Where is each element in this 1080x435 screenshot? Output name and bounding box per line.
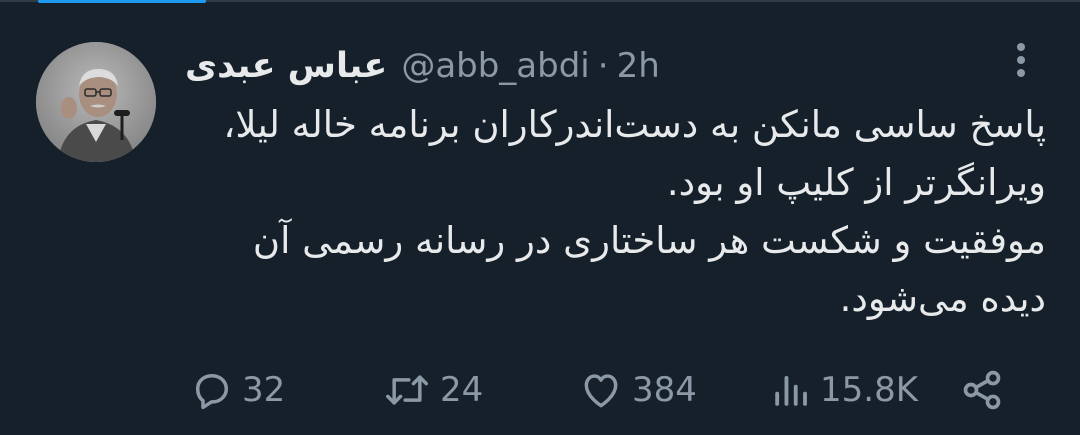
user-handle[interactable]: @abb_abdi xyxy=(401,46,589,86)
separator-dot: · xyxy=(597,46,609,86)
reply-icon xyxy=(190,368,234,412)
avatar[interactable] xyxy=(36,42,156,162)
display-name[interactable]: عباس عبدی xyxy=(185,46,387,86)
timestamp[interactable]: 2h xyxy=(617,46,660,86)
more-vertical-icon[interactable] xyxy=(1003,40,1039,80)
reply-count: 32 xyxy=(242,370,286,410)
top-accent-bar xyxy=(38,0,206,3)
heart-icon xyxy=(578,368,624,412)
views-icon xyxy=(770,368,812,412)
avatar-image xyxy=(36,42,156,162)
retweet-button[interactable]: 24 xyxy=(382,360,483,420)
like-button[interactable]: 384 xyxy=(578,360,697,420)
retweet-count: 24 xyxy=(440,370,484,410)
tweet-actions: 32 24 384 15.8K xyxy=(0,360,1080,420)
tweet-header: عباس عبدی @abb_abdi · 2h xyxy=(185,40,660,92)
share-button[interactable] xyxy=(960,360,1004,420)
share-icon xyxy=(960,368,1004,412)
views-button[interactable]: 15.8K xyxy=(770,360,918,420)
reply-button[interactable]: 32 xyxy=(190,360,285,420)
like-count: 384 xyxy=(632,370,697,410)
tweet[interactable]: عباس عبدی @abb_abdi · 2h پاسخ ساسی مانکن… xyxy=(0,0,1080,435)
views-count: 15.8K xyxy=(820,370,918,410)
tweet-text: پاسخ ساسی مانکن به دست‌اندرکاران برنامه … xyxy=(223,103,1046,320)
retweet-icon xyxy=(382,368,432,412)
